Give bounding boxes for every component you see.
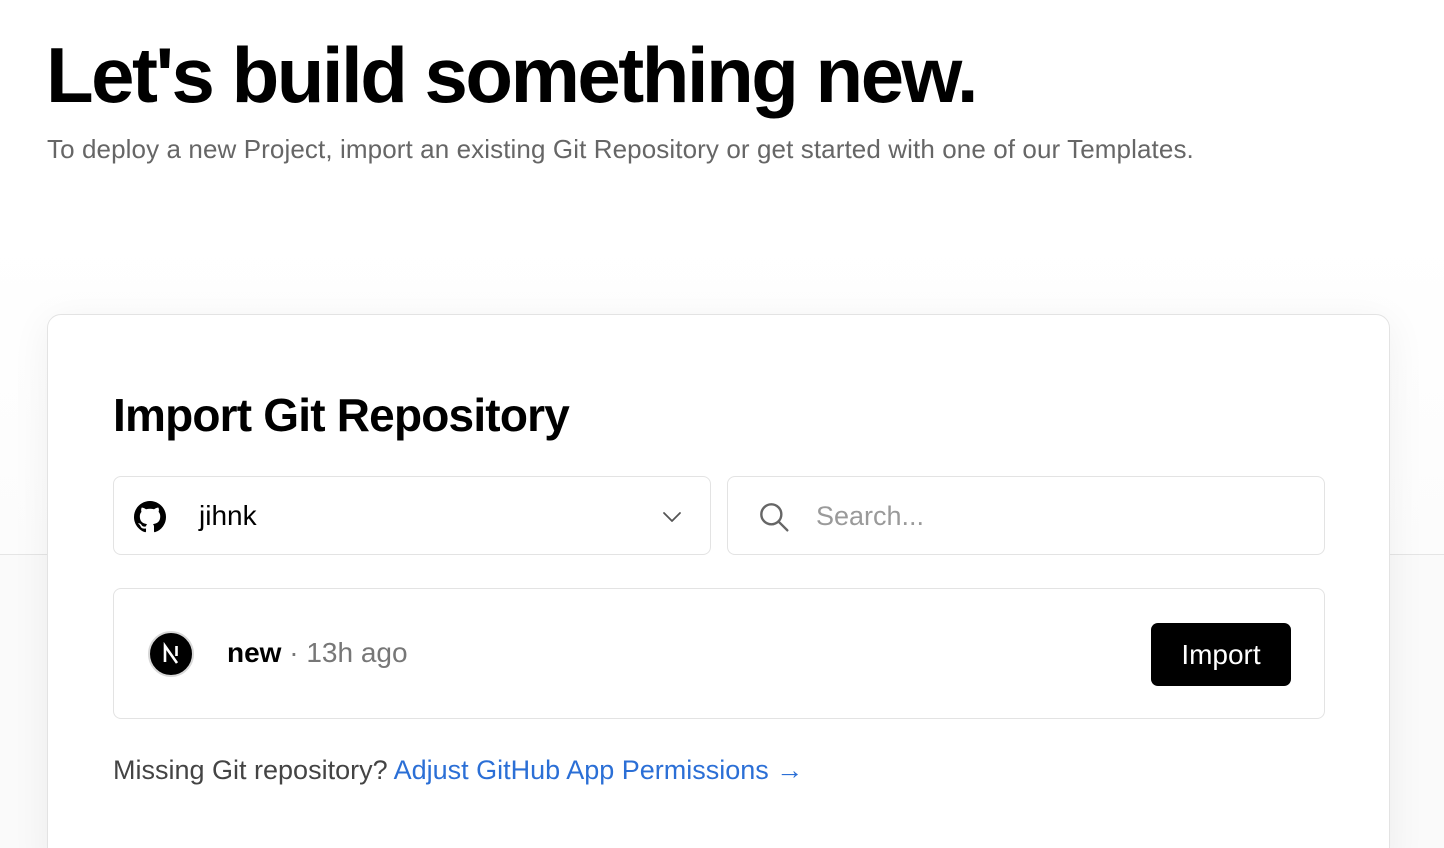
missing-repository-text: Missing Git repository? xyxy=(113,755,394,785)
search-input[interactable] xyxy=(816,491,1296,541)
missing-repository-note: Missing Git repository? Adjust GitHub Ap… xyxy=(113,753,803,787)
repository-info: new · 13h ago xyxy=(227,636,408,670)
import-git-repository-card: Import Git Repository jihnk Search... ne… xyxy=(47,314,1390,848)
nextjs-n-glyph xyxy=(163,641,179,664)
adjust-github-permissions-link[interactable]: Adjust GitHub App Permissions → xyxy=(394,755,804,785)
chevron-down-icon xyxy=(663,512,681,522)
repository-updated-time: 13h ago xyxy=(306,637,408,668)
github-icon xyxy=(134,501,166,533)
page: Let's build something new. To deploy a n… xyxy=(0,0,1444,848)
selected-account-label: jihnk xyxy=(199,500,257,531)
nextjs-logo-icon xyxy=(148,631,194,677)
repository-name[interactable]: new xyxy=(227,637,281,668)
git-account-select[interactable]: jihnk xyxy=(113,476,711,555)
repository-separator: · xyxy=(281,637,307,668)
repository-search-box[interactable] xyxy=(727,476,1325,555)
page-title: Let's build something new. xyxy=(46,31,979,119)
search-icon xyxy=(760,503,789,532)
card-title: Import Git Repository xyxy=(113,389,570,441)
page-subtitle: To deploy a new Project, import an exist… xyxy=(47,134,1194,164)
import-button[interactable]: Import xyxy=(1151,623,1291,686)
repository-row: new · 13h ago Import xyxy=(113,588,1325,719)
